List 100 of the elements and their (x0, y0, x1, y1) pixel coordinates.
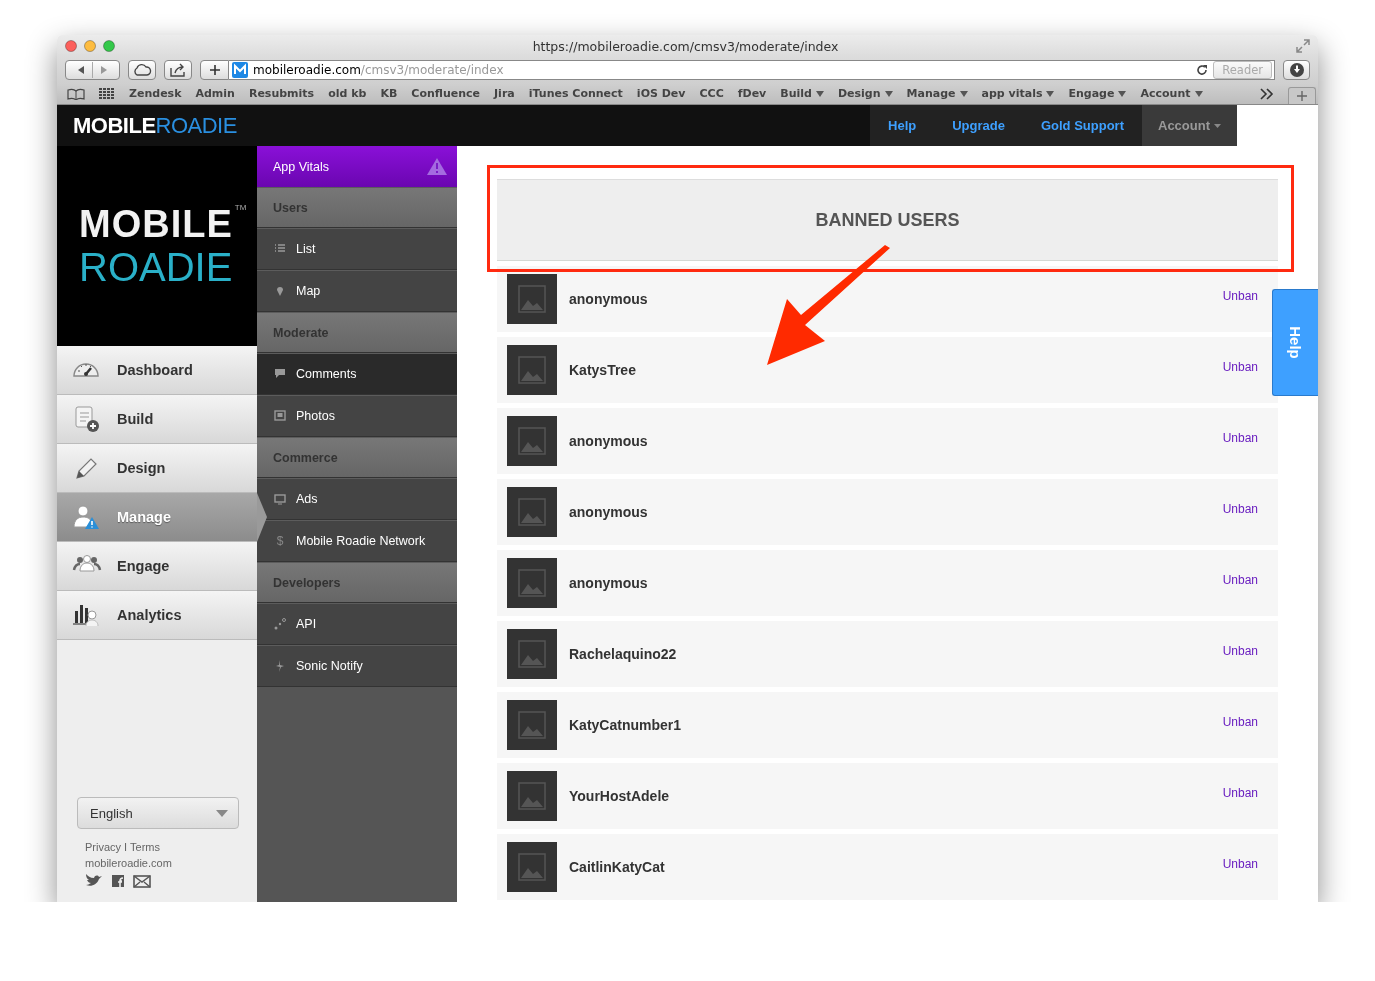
back-icon (76, 65, 86, 75)
sidebar-item[interactable]: Build (57, 395, 257, 444)
site-icon (232, 62, 248, 78)
avatar-placeholder-icon (507, 629, 557, 679)
plus-icon (1297, 91, 1307, 101)
warning-icon (427, 158, 447, 175)
unban-link[interactable]: Unban (1222, 786, 1258, 800)
unban-link[interactable]: Unban (1222, 431, 1258, 445)
caret-icon (1118, 90, 1127, 97)
submenu-item[interactable]: $ Mobile Roadie Network (257, 520, 457, 562)
plus-icon (208, 64, 221, 76)
facebook-icon[interactable] (111, 874, 125, 888)
bookmark-item[interactable]: Zendesk (129, 87, 182, 100)
submenu-item[interactable]: Comments (257, 353, 457, 395)
dollar-icon: $ (274, 534, 286, 548)
bookmark-item[interactable]: Confluence (411, 87, 481, 100)
language-dropdown[interactable]: English (77, 797, 239, 829)
mail-icon[interactable] (133, 874, 151, 888)
sidebar-item[interactable]: Design (57, 444, 257, 493)
bookmark-item[interactable]: Build (780, 87, 824, 100)
bookmark-item[interactable]: fDev (737, 87, 767, 100)
document-plus-icon (72, 405, 102, 433)
caret-icon (815, 90, 824, 97)
sidebar-item[interactable]: Dashboard (57, 346, 257, 395)
username: anonymous (569, 433, 648, 449)
image-icon (274, 410, 286, 422)
window-title: https://mobileroadie.com/cmsv3/moderate/index (531, 38, 840, 54)
avatar-placeholder-icon (507, 700, 557, 750)
logo[interactable]: MOBILEROADIE (73, 112, 237, 139)
cloud-button[interactable] (128, 60, 156, 80)
username: KatyCatnumber1 (569, 717, 682, 733)
more-icon[interactable] (1260, 87, 1274, 100)
new-tab-button[interactable] (200, 60, 229, 80)
submenu-item[interactable]: App Vitals (257, 146, 457, 187)
unban-link[interactable]: Unban (1222, 502, 1258, 516)
nav-link[interactable]: Upgrade (934, 105, 1023, 146)
nav-link[interactable]: Gold Support (1022, 105, 1142, 146)
avatar-placeholder-icon (507, 558, 557, 608)
unban-link[interactable]: Unban (1222, 289, 1258, 303)
unban-link[interactable]: Unban (1222, 857, 1258, 871)
unban-link[interactable]: Unban (1222, 715, 1258, 729)
bird-icon[interactable] (85, 874, 103, 888)
caret-icon (216, 809, 228, 817)
username: CaitlinKatyCat (569, 859, 665, 875)
bookmark-item[interactable]: Design (837, 87, 893, 100)
share-icon (169, 63, 187, 77)
bookmark-item[interactable]: Account (1140, 87, 1203, 100)
submenu-item[interactable]: Sonic Notify (257, 645, 457, 687)
avatar-placeholder-icon (507, 771, 557, 821)
username: anonymous (569, 504, 648, 520)
top-sites-icon[interactable] (99, 87, 115, 100)
bookmark-item[interactable]: Resubmits (248, 87, 315, 100)
bookmark-item[interactable]: CCC (699, 87, 724, 100)
unban-link[interactable]: Unban (1222, 573, 1258, 587)
avatar-placeholder-icon (507, 274, 557, 324)
cloud-icon (132, 63, 152, 77)
address-field[interactable]: mobileroadie.com/cmsv3/moderate/index Reader (229, 60, 1275, 80)
connection-icon (274, 618, 286, 630)
account-menu[interactable]: Account (1142, 105, 1237, 146)
bookmarks-icon[interactable] (67, 87, 85, 100)
legal-links[interactable]: Privacy I Terms (85, 839, 257, 855)
bookmark-item[interactable]: iOS Dev (636, 87, 686, 100)
url-text: mobileroadie.com/cmsv3/moderate/index (253, 63, 505, 77)
forward-icon (99, 65, 109, 75)
unban-link[interactable]: Unban (1222, 360, 1258, 374)
bookmark-item[interactable]: KB (380, 87, 398, 100)
caret-icon (884, 90, 893, 97)
bookmark-item[interactable]: Manage (906, 87, 968, 100)
bookmark-item[interactable]: app vitals (981, 87, 1055, 100)
sidebar-item[interactable]: Analytics (57, 591, 257, 640)
bookmark-item[interactable]: Engage (1068, 87, 1127, 100)
submenu-item[interactable]: Photos (257, 395, 457, 437)
share-button[interactable] (164, 60, 192, 80)
back-forward-button[interactable] (65, 60, 120, 80)
username: KatysTree (569, 362, 636, 378)
bookmark-item[interactable]: Jira (494, 87, 515, 100)
username: Rachelaquino22 (569, 646, 677, 662)
reload-icon (1196, 64, 1209, 76)
fullscreen-icon[interactable] (1296, 39, 1310, 53)
submenu-item[interactable]: API (257, 603, 457, 645)
sidebar-item[interactable]: Engage (57, 542, 257, 591)
submenu-item[interactable]: List (257, 228, 457, 270)
username: anonymous (569, 291, 648, 307)
username: anonymous (569, 575, 648, 591)
downloads-button[interactable] (1283, 60, 1310, 80)
nav-link[interactable]: Help (870, 105, 935, 146)
zoom-icon[interactable] (103, 40, 115, 52)
list-icon (274, 243, 286, 255)
site-link[interactable]: mobileroadie.com (85, 855, 257, 871)
close-icon[interactable] (65, 40, 77, 52)
bookmark-item[interactable]: old kb (328, 87, 367, 100)
bookmark-item[interactable]: iTunes Connect (528, 87, 623, 100)
caret-icon (1046, 90, 1055, 97)
submenu-item[interactable]: Ads (257, 478, 457, 520)
username: YourHostAdele (569, 788, 670, 804)
download-icon (1288, 62, 1305, 78)
bookmark-item[interactable]: Admin (195, 87, 235, 100)
unban-link[interactable]: Unban (1222, 644, 1258, 658)
submenu-item[interactable]: Map (257, 270, 457, 312)
pin-icon (274, 285, 286, 297)
